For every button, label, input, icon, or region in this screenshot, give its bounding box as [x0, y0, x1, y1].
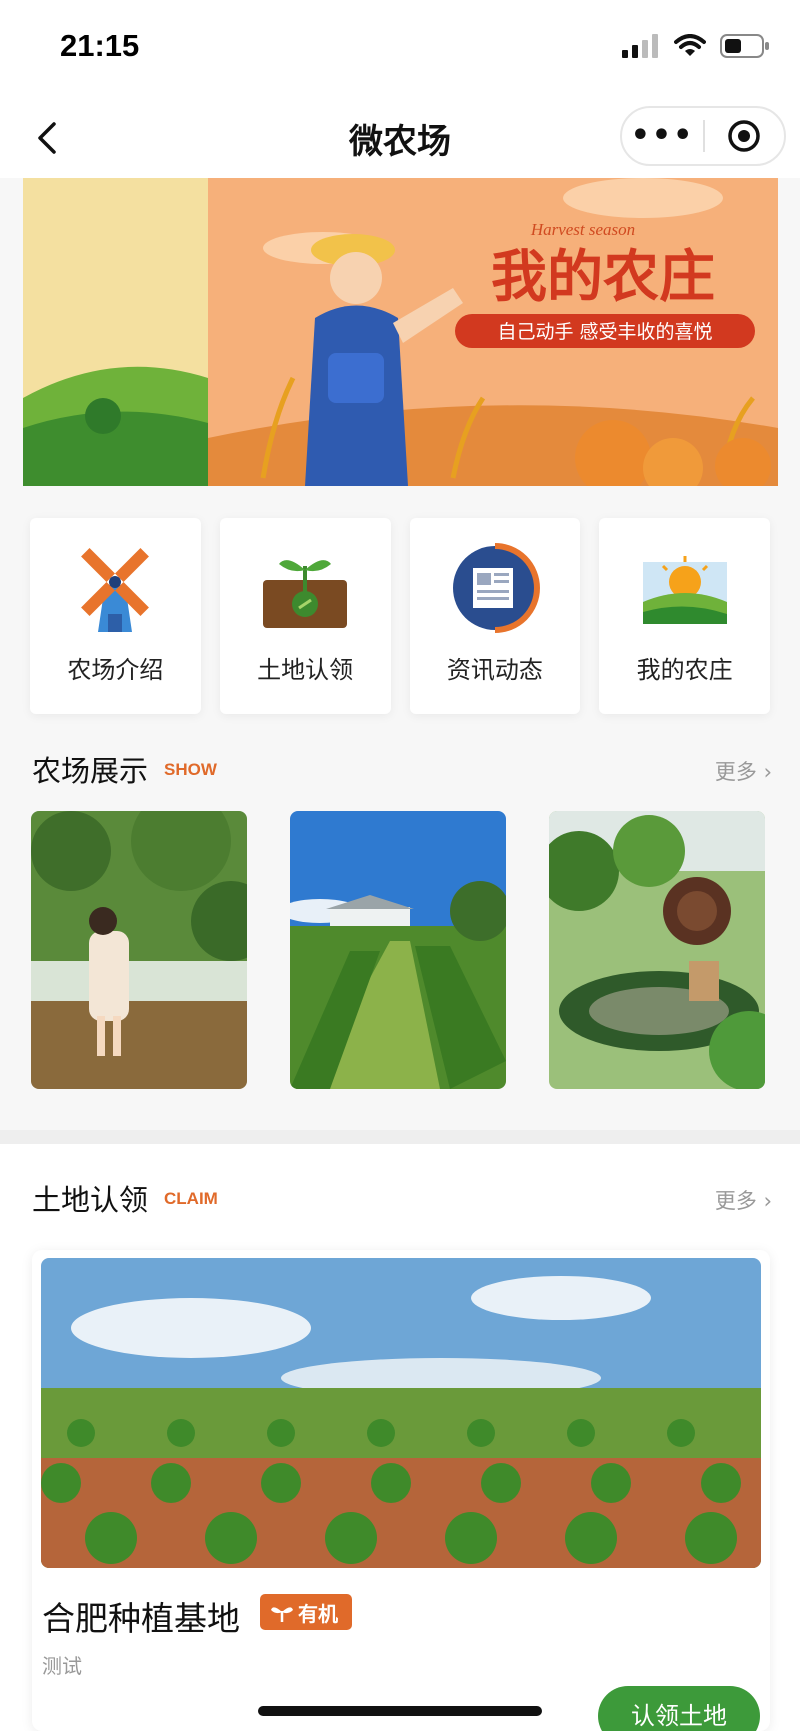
- land-description: 测试: [42, 1654, 82, 1678]
- status-icons: [622, 34, 770, 58]
- land-photo: [41, 1258, 761, 1568]
- banner-carousel[interactable]: Harvest season 我的农庄 自己动手 感受丰收的喜悦: [23, 178, 778, 486]
- claim-section-header: 土地认领 CLAIM 更多 ›: [32, 1177, 772, 1221]
- menu-news[interactable]: 资讯动态: [409, 518, 581, 714]
- navbar: 微农场 •••: [0, 96, 800, 178]
- more-link[interactable]: 更多 ›: [715, 1185, 772, 1215]
- close-target-icon[interactable]: [705, 119, 784, 153]
- banner-script-text: Harvest season: [530, 220, 635, 239]
- section-title: 土地认领: [32, 1183, 149, 1217]
- show-photo-list: [31, 811, 771, 1089]
- sprout-icon: [263, 560, 348, 628]
- more-link[interactable]: 更多 ›: [715, 756, 772, 786]
- leaf-icon: [271, 1607, 293, 1622]
- show-photo[interactable]: [290, 811, 506, 1089]
- menu-my-farm[interactable]: 我的农庄: [599, 518, 770, 714]
- section-title: 农场展示: [32, 754, 149, 788]
- status-bar: 21:15: [0, 0, 800, 96]
- banner-headline: 我的农庄: [491, 245, 715, 310]
- show-section-header: 农场展示 SHOW 更多 ›: [32, 748, 772, 792]
- banner-slogan: 自己动手 感受丰收的喜悦: [497, 321, 712, 343]
- menu-label: 我的农庄: [636, 656, 733, 684]
- news-icon: [452, 543, 540, 633]
- more-dots-icon[interactable]: •••: [622, 108, 703, 164]
- menu-label: 土地认领: [257, 656, 354, 684]
- battery-icon: [720, 34, 769, 58]
- status-time: 21:15: [60, 28, 140, 63]
- badge-label: 有机: [298, 1601, 338, 1626]
- show-photo[interactable]: [549, 811, 765, 1089]
- land-card[interactable]: 合肥种植基地 有机 测试 认领土地: [32, 1250, 770, 1731]
- menu-land-claim[interactable]: 土地认领: [219, 518, 391, 714]
- claim-land-button[interactable]: 认领土地: [598, 1686, 760, 1731]
- menu-label: 农场介绍: [67, 656, 164, 684]
- organic-badge: 有机: [260, 1594, 352, 1630]
- banner-illustration: Harvest season 我的农庄 自己动手 感受丰收的喜悦: [23, 178, 778, 486]
- miniprogram-capsule: •••: [620, 106, 786, 166]
- show-photo[interactable]: [31, 811, 247, 1089]
- menu-label: 资讯动态: [446, 656, 543, 684]
- section-divider: [0, 1130, 800, 1144]
- menu-farm-intro[interactable]: 农场介绍: [30, 518, 201, 714]
- sunrise-field-icon: [642, 556, 727, 624]
- windmill-icon: [81, 548, 150, 632]
- home-indicator: [258, 1706, 542, 1716]
- section-tag: SHOW: [164, 760, 217, 779]
- section-tag: CLAIM: [164, 1189, 218, 1208]
- land-name: 合肥种植基地: [42, 1599, 240, 1638]
- signal-icon: [622, 34, 658, 58]
- quick-menu: 农场介绍 土地认领 资讯动态 我的农庄: [30, 518, 770, 714]
- wifi-icon: [674, 34, 706, 56]
